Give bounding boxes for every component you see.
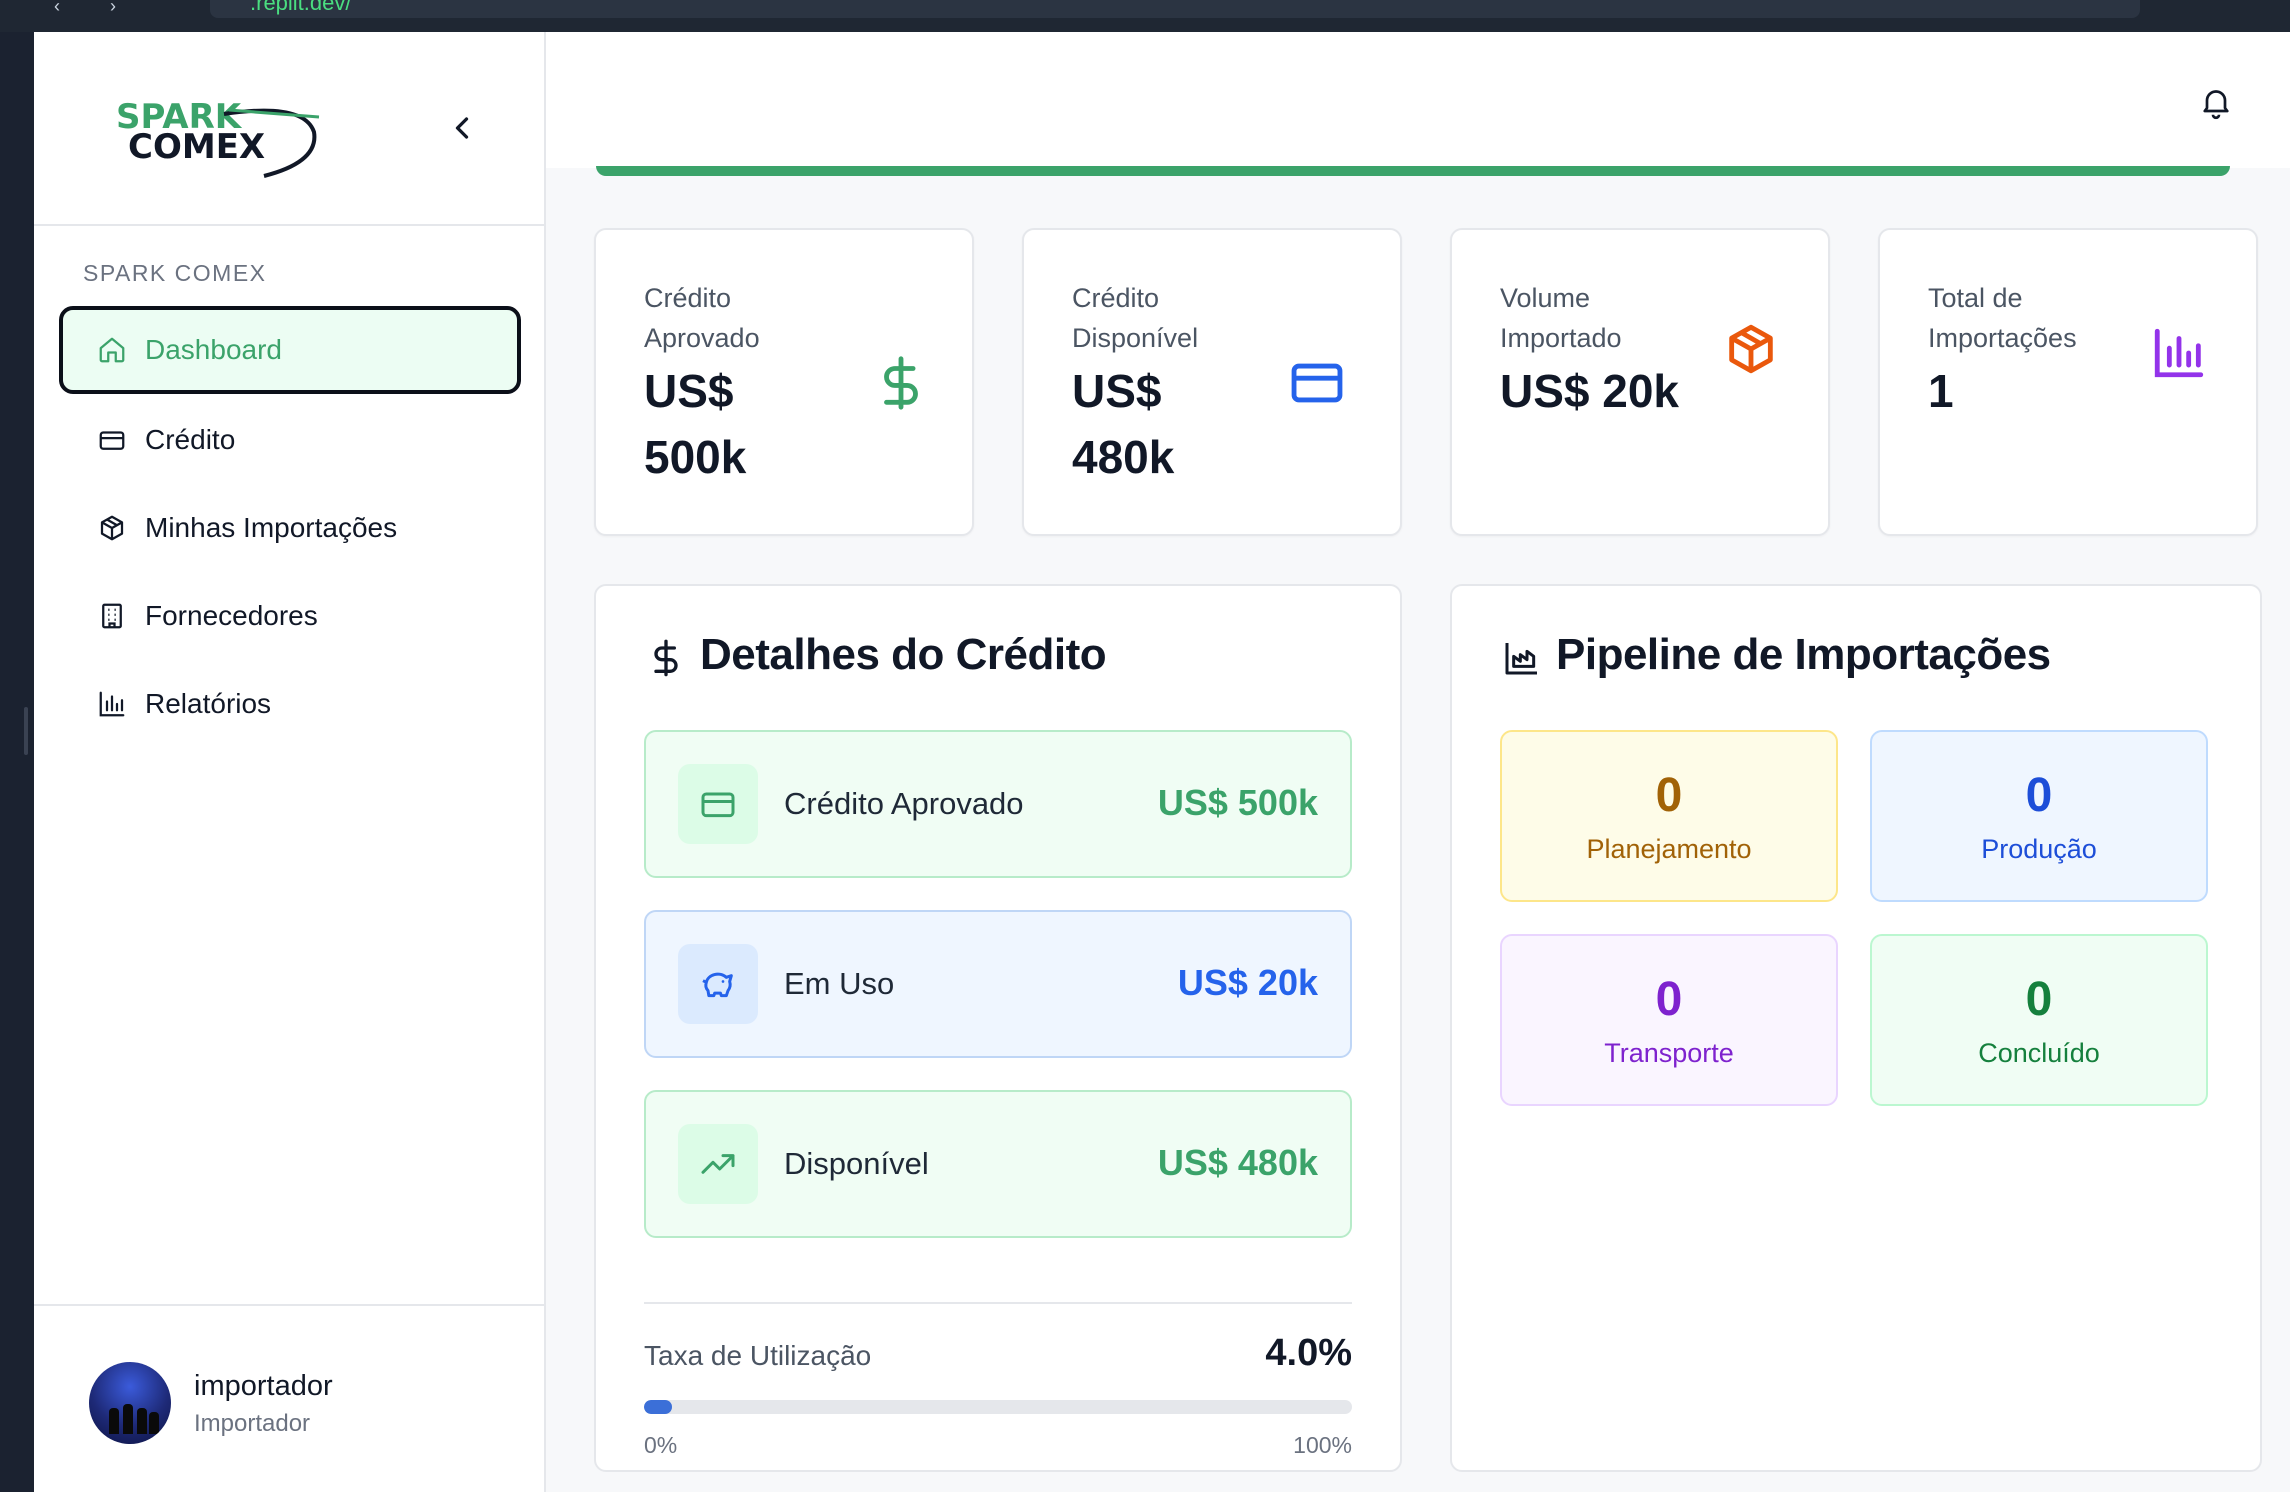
- stat-card-total-importacoes: Total de Importações 1: [1878, 228, 2258, 536]
- sidebar-item-label: Minhas Importações: [145, 512, 398, 543]
- bar-chart-icon: [2154, 328, 2204, 378]
- credit-row-label: Crédito Aprovado: [784, 786, 1024, 821]
- spark-comex-logo[interactable]: SPARK COMEX: [114, 92, 324, 182]
- pipeline-stage-concluido[interactable]: 0 Concluído: [1870, 934, 2208, 1106]
- dollar-icon: [884, 356, 918, 410]
- credit-row-value: US$ 480k: [1157, 1142, 1318, 1183]
- stage-count: 0: [2025, 769, 2053, 822]
- sidebar-item-fornecedores[interactable]: Fornecedores: [59, 572, 521, 660]
- stat-label: Crédito Disponível: [1072, 283, 1199, 353]
- svg-text:COMEX: COMEX: [128, 127, 265, 167]
- stage-name: Concluído: [1978, 1038, 2100, 1068]
- window-edge: [0, 32, 34, 1492]
- stage-count: 0: [2025, 973, 2053, 1026]
- credit-row-aprovado: Crédito Aprovado US$ 500k: [644, 730, 1352, 878]
- trending-up-icon: [678, 1124, 758, 1204]
- bell-icon[interactable]: [2198, 82, 2234, 122]
- sidebar-item-dashboard[interactable]: Dashboard: [59, 306, 521, 394]
- sidebar-item-label: Dashboard: [145, 334, 282, 365]
- credit-row-value: US$ 500k: [1157, 782, 1318, 823]
- sidebar-item-label: Crédito: [145, 424, 236, 455]
- collapse-sidebar-icon[interactable]: [444, 110, 480, 146]
- divider: [644, 1302, 1352, 1304]
- credit-row-label: Disponível: [784, 1146, 929, 1181]
- stage-name: Planejamento: [1586, 834, 1752, 864]
- panel-title: Detalhes do Crédito: [700, 630, 1107, 679]
- credit-row-em-uso: Em Uso US$ 20k: [644, 910, 1352, 1058]
- stat-label: Total de Importações: [1928, 283, 2077, 353]
- stat-label: Volume Importado: [1500, 283, 1622, 353]
- utilization-label: Taxa de Utilização: [644, 1340, 872, 1371]
- bar-chart-icon: [99, 691, 125, 717]
- home-icon: [99, 337, 125, 363]
- stage-name: Transporte: [1604, 1038, 1734, 1068]
- utilization-progress-bar: [644, 1400, 1352, 1414]
- main-content: Crédito Aprovado US$ 500k Crédito Dispon…: [546, 32, 2290, 1492]
- stat-label: Crédito Aprovado: [644, 283, 760, 353]
- sidebar-item-credito[interactable]: Crédito: [59, 396, 521, 484]
- back-icon[interactable]: ‹: [54, 0, 60, 17]
- stage-count: 0: [1655, 973, 1683, 1026]
- stage-name: Produção: [1981, 834, 2097, 864]
- factory-chart-icon: [1505, 643, 1537, 675]
- user-role: Importador: [194, 1410, 311, 1437]
- credit-row-label: Em Uso: [784, 966, 895, 1001]
- stat-value: US$ 20k: [1500, 365, 1680, 417]
- pipeline-stage-transporte[interactable]: 0 Transporte: [1500, 934, 1838, 1106]
- credit-row-value: US$ 20k: [1177, 962, 1318, 1003]
- credit-row-disponivel: Disponível US$ 480k: [644, 1090, 1352, 1238]
- stat-value: US$ 480k: [1072, 365, 1175, 483]
- package-icon: [1729, 324, 1773, 374]
- panel-title: Pipeline de Importações: [1556, 630, 2051, 679]
- user-name: importador: [194, 1370, 333, 1402]
- sidebar-item-importacoes[interactable]: Minhas Importações: [59, 484, 521, 572]
- building-icon: [102, 603, 122, 629]
- logo-area: SPARK COMEX: [34, 32, 544, 226]
- sidebar-section-label: SPARK COMEX: [83, 260, 267, 286]
- user-profile[interactable]: importador Importador: [34, 1304, 544, 1492]
- credit-details-panel: Detalhes do Crédito Crédito Aprovado US$…: [594, 584, 1402, 1472]
- stat-card-credito-aprovado: Crédito Aprovado US$ 500k: [594, 228, 974, 536]
- progress-max-label: 100%: [1293, 1432, 1352, 1458]
- pipeline-stage-planejamento[interactable]: 0 Planejamento: [1500, 730, 1838, 902]
- stage-count: 0: [1655, 769, 1683, 822]
- stat-value: 1: [1928, 365, 1954, 417]
- progress-min-label: 0%: [644, 1432, 678, 1458]
- pipeline-stage-producao[interactable]: 0 Produção: [1870, 730, 2208, 902]
- sidebar-item-relatorios[interactable]: Relatórios: [59, 660, 521, 748]
- top-bar: [546, 32, 2290, 168]
- resize-handle[interactable]: [24, 707, 28, 755]
- sidebar: SPARK COMEX SPARK COMEX Dashboard Crédit…: [34, 32, 546, 1492]
- credit-card-icon: [678, 764, 758, 844]
- stat-card-volume-importado: Volume Importado US$ 20k: [1450, 228, 1830, 536]
- welcome-banner-edge: [596, 166, 2230, 176]
- browser-toolbar: ‹ › .replit.dev/: [0, 0, 2290, 32]
- stat-card-credito-disponivel: Crédito Disponível US$ 480k: [1022, 228, 1402, 536]
- utilization-value: 4.0%: [1265, 1332, 1352, 1374]
- dollar-icon: [654, 639, 678, 677]
- package-icon: [100, 515, 124, 541]
- avatar: [89, 1362, 171, 1444]
- piggy-bank-icon: [678, 944, 758, 1024]
- address-bar[interactable]: .replit.dev/: [210, 0, 2140, 18]
- credit-card-icon: [99, 431, 125, 450]
- forward-icon[interactable]: ›: [110, 0, 116, 17]
- pipeline-panel: Pipeline de Importações 0 Planejamento 0…: [1450, 584, 2262, 1472]
- utilization-progress-fill: [644, 1400, 673, 1414]
- sidebar-item-label: Fornecedores: [145, 600, 318, 631]
- stat-value: US$ 500k: [644, 365, 747, 483]
- sidebar-item-label: Relatórios: [145, 688, 272, 719]
- credit-card-icon: [1291, 363, 1343, 403]
